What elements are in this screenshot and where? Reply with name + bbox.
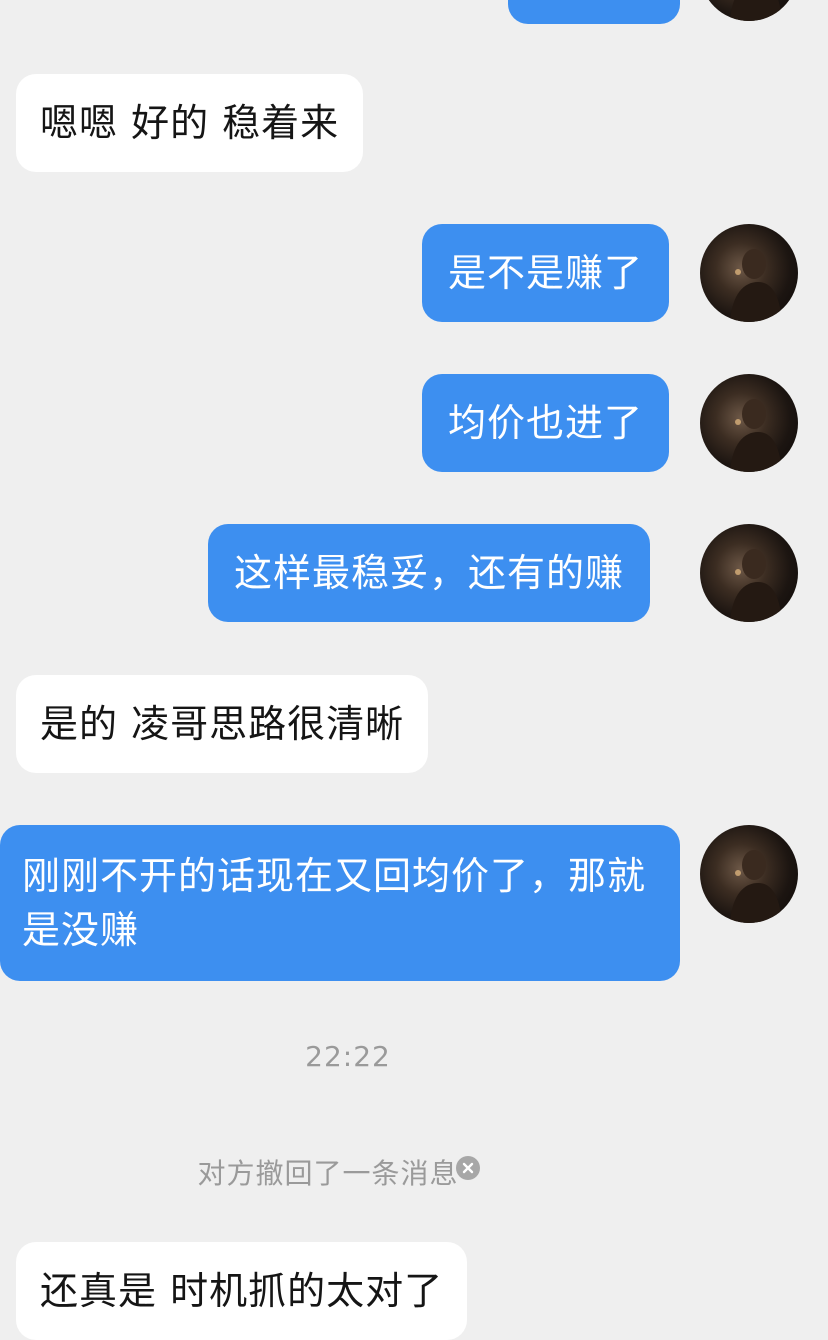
outgoing-message-bubble[interactable]: 这样最稳妥，还有的赚 — [208, 524, 651, 622]
avatar-photo-icon — [730, 0, 782, 21]
avatar-photo-icon — [730, 549, 782, 622]
user-avatar[interactable] — [700, 374, 798, 472]
outgoing-message-bubble[interactable] — [508, 0, 680, 24]
avatar-photo-icon — [730, 249, 782, 322]
message-text: 均价也进了 — [448, 401, 644, 445]
incoming-message-bubble[interactable]: 嗯嗯 好的 稳着来 — [16, 74, 364, 172]
close-circle-icon[interactable] — [456, 1156, 480, 1180]
message-text: 刚刚不开的话现在又回均价了，那就是没赚 — [22, 854, 647, 952]
outgoing-message-bubble[interactable]: 刚刚不开的话现在又回均价了，那就是没赚 — [0, 825, 680, 981]
incoming-message-bubble[interactable]: 是的 凌哥思路很清晰 — [16, 675, 429, 773]
recall-notice: 对方撤回了一条消息 — [197, 1157, 459, 1190]
message-text: 这样最稳妥，还有的赚 — [234, 551, 625, 595]
user-avatar[interactable] — [700, 524, 798, 622]
avatar-photo-icon — [730, 850, 782, 923]
outgoing-message-bubble[interactable]: 均价也进了 — [422, 374, 670, 472]
message-text: 嗯嗯 好的 稳着来 — [40, 101, 340, 145]
incoming-message-bubble[interactable]: 还真是 时机抓的太对了 — [16, 1242, 468, 1340]
user-avatar[interactable] — [700, 0, 798, 21]
avatar-photo-icon — [730, 399, 782, 472]
chat-timestamp: 22:22 — [305, 1040, 391, 1073]
user-avatar[interactable] — [700, 825, 798, 923]
message-text: 还真是 时机抓的太对了 — [40, 1269, 444, 1313]
user-avatar[interactable] — [700, 224, 798, 322]
message-text: 是不是赚了 — [448, 251, 644, 295]
outgoing-message-bubble[interactable]: 是不是赚了 — [422, 224, 670, 322]
message-text: 是的 凌哥思路很清晰 — [40, 702, 405, 746]
